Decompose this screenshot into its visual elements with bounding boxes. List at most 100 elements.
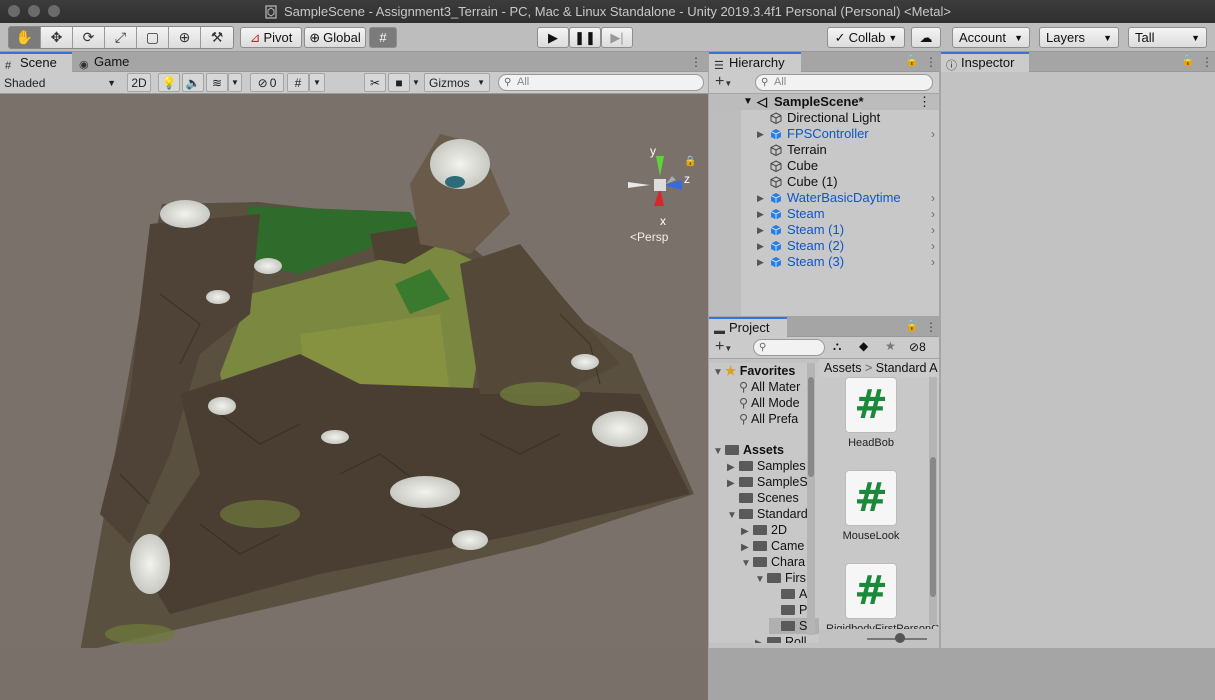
folder-tree-item[interactable]: ▼ Firs [755, 570, 806, 586]
hierarchy-item[interactable]: ▶ Steam (1) › [709, 222, 939, 238]
asset-scrollbar[interactable] [929, 377, 937, 625]
filter-label-icon[interactable]: ◆ [859, 339, 868, 353]
hidden-packages-toggle[interactable]: ⊘8 [909, 340, 926, 354]
step-button[interactable]: ▶| [601, 27, 633, 48]
chevron-right-icon[interactable]: › [931, 222, 935, 238]
toggle-2d-button[interactable]: 2D [127, 73, 151, 92]
chevron-right-icon[interactable]: › [931, 254, 935, 270]
hierarchy-item[interactable]: Cube (1) [709, 174, 939, 190]
chevron-right-icon[interactable]: › [931, 238, 935, 254]
rotate-tool-icon[interactable]: ⟳ [73, 27, 105, 48]
folder-tree-item[interactable]: P [769, 602, 807, 618]
csharp-script-icon[interactable]: # [845, 377, 897, 433]
scene-root-row[interactable]: ▼ ◁ SampleScene* ⋮ [709, 94, 939, 110]
hierarchy-item[interactable]: ▶ Steam (3) › [709, 254, 939, 270]
camera-dropdown-icon[interactable]: ▼ [410, 73, 422, 92]
gizmo-lock-icon[interactable]: 🔒 [684, 156, 696, 167]
kebab-menu-icon[interactable]: ⋮ [918, 94, 931, 110]
expand-arrow-icon[interactable]: ▶ [757, 206, 764, 222]
chevron-right-icon[interactable]: › [931, 190, 935, 206]
minimize-window-button[interactable] [28, 5, 40, 17]
hierarchy-search-input[interactable]: ⚲ All [755, 74, 933, 91]
scale-tool-icon[interactable]: ⤢ [105, 27, 137, 48]
expand-arrow-icon[interactable]: ▶ [757, 126, 764, 142]
collab-dropdown[interactable]: ✓ Collab ▼ [827, 27, 905, 48]
favorite-item[interactable]: ⚲ All Mater [739, 379, 800, 395]
hierarchy-item[interactable]: Terrain [709, 142, 939, 158]
folder-tree-item[interactable]: A [769, 586, 807, 602]
csharp-script-icon[interactable]: # [845, 470, 897, 526]
filter-type-icon[interactable]: ⛬ [833, 339, 841, 354]
lock-icon[interactable]: 🔒 [905, 319, 919, 332]
transform-tool-icon[interactable]: ⊕ [169, 27, 201, 48]
tab-project[interactable]: ▬ Project [709, 317, 787, 337]
hierarchy-item[interactable]: ▶ Steam (2) › [709, 238, 939, 254]
pause-button[interactable]: ❚❚ [569, 27, 601, 48]
lock-icon[interactable]: 🔒 [1181, 54, 1195, 67]
chevron-right-icon[interactable]: › [931, 126, 935, 142]
custom-tool-icon[interactable]: ⚒ [201, 27, 233, 48]
folder-tree-item[interactable]: ▶ Came [741, 538, 804, 554]
kebab-menu-icon[interactable]: ⋮ [1201, 55, 1213, 69]
layers-dropdown[interactable]: Layers ▼ [1039, 27, 1119, 48]
audio-icon[interactable]: 🔈 [182, 73, 204, 92]
tab-game[interactable]: ◉ Game [74, 52, 144, 72]
tree-scrollbar-thumb[interactable] [808, 377, 814, 477]
hand-tool-icon[interactable]: ✋ [9, 27, 41, 48]
asset-scrollbar-thumb[interactable] [930, 457, 936, 597]
favorite-star-icon[interactable]: ★ [885, 339, 896, 353]
camera-icon[interactable]: ■ [388, 73, 410, 92]
csharp-script-icon[interactable]: # [845, 563, 897, 619]
hierarchy-item[interactable]: ▶ FPSController › [709, 126, 939, 142]
folder-tree-item[interactable]: ▶ Samples [727, 458, 806, 474]
move-tool-icon[interactable]: ✥ [41, 27, 73, 48]
project-search-input[interactable]: ⚲ [753, 339, 825, 356]
create-asset-icon[interactable]: +▼ [715, 338, 732, 356]
lighting-icon[interactable]: 💡 [158, 73, 180, 92]
hierarchy-item[interactable]: Cube [709, 158, 939, 174]
gizmos-dropdown[interactable]: Gizmos ▼ [424, 73, 490, 92]
zoom-slider-handle[interactable] [895, 633, 905, 643]
favorites-row[interactable]: ▼ ★ Favorites [713, 363, 795, 379]
play-button[interactable]: ▶ [537, 27, 569, 48]
folder-tree-item[interactable]: ▶ 2D [741, 522, 787, 538]
lock-icon[interactable]: 🔒 [905, 54, 919, 67]
expand-arrow-icon[interactable]: ▶ [757, 238, 764, 254]
zoom-window-button[interactable] [48, 5, 60, 17]
hierarchy-item[interactable]: ▶ WaterBasicDaytime › [709, 190, 939, 206]
kebab-menu-icon[interactable]: ⋮ [925, 320, 937, 334]
projection-toggle[interactable]: <Persp [630, 230, 668, 244]
scene-search-input[interactable]: ⚲ All [498, 74, 704, 91]
folder-tree-item[interactable]: ▶ SampleS [727, 474, 808, 490]
grid-snap-icon[interactable]: # [287, 73, 309, 92]
hierarchy-item[interactable]: Directional Light [709, 110, 939, 126]
grid-dropdown-icon[interactable]: ▼ [309, 73, 325, 92]
favorite-item[interactable]: ⚲ All Prefa [739, 411, 798, 427]
layout-dropdown[interactable]: Tall ▼ [1128, 27, 1207, 48]
breadcrumb-standard-assets[interactable]: Standard A [876, 361, 938, 375]
snap-grid-icon[interactable]: # [369, 27, 397, 48]
favorite-item[interactable]: ⚲ All Mode [739, 395, 800, 411]
rect-tool-icon[interactable]: ▢ [137, 27, 169, 48]
scene-viewport[interactable]: 🔒 y z x <Persp [0, 94, 708, 700]
expand-arrow-icon[interactable]: ▶ [757, 222, 764, 238]
assets-root-row[interactable]: ▼ Assets [713, 442, 784, 458]
orientation-gizmo[interactable]: 🔒 y z x <Persp [620, 144, 700, 246]
tools-icon[interactable]: ✂ [364, 73, 386, 92]
close-window-button[interactable] [8, 5, 20, 17]
hierarchy-item[interactable]: ▶ Steam › [709, 206, 939, 222]
pivot-toggle-button[interactable]: ⊿ Pivot [240, 27, 302, 48]
tab-hierarchy[interactable]: ☰ Hierarchy [709, 52, 801, 72]
tab-inspector[interactable]: ⓘ Inspector [941, 52, 1029, 72]
global-toggle-button[interactable]: ⊕ Global [304, 27, 366, 48]
add-object-icon[interactable]: +▼ [715, 73, 732, 91]
folder-tree-item[interactable]: ▼ Chara [741, 554, 805, 570]
chevron-right-icon[interactable]: › [931, 206, 935, 222]
expand-arrow-icon[interactable]: ▼ [743, 94, 753, 110]
expand-arrow-icon[interactable]: ▶ [757, 190, 764, 206]
kebab-menu-icon[interactable]: ⋮ [925, 55, 937, 69]
hidden-objects-toggle[interactable]: ⊘ 0 [250, 73, 284, 92]
account-dropdown[interactable]: Account ▼ [952, 27, 1030, 48]
expand-arrow-icon[interactable]: ▶ [757, 254, 764, 270]
breadcrumb-assets[interactable]: Assets [824, 361, 862, 375]
